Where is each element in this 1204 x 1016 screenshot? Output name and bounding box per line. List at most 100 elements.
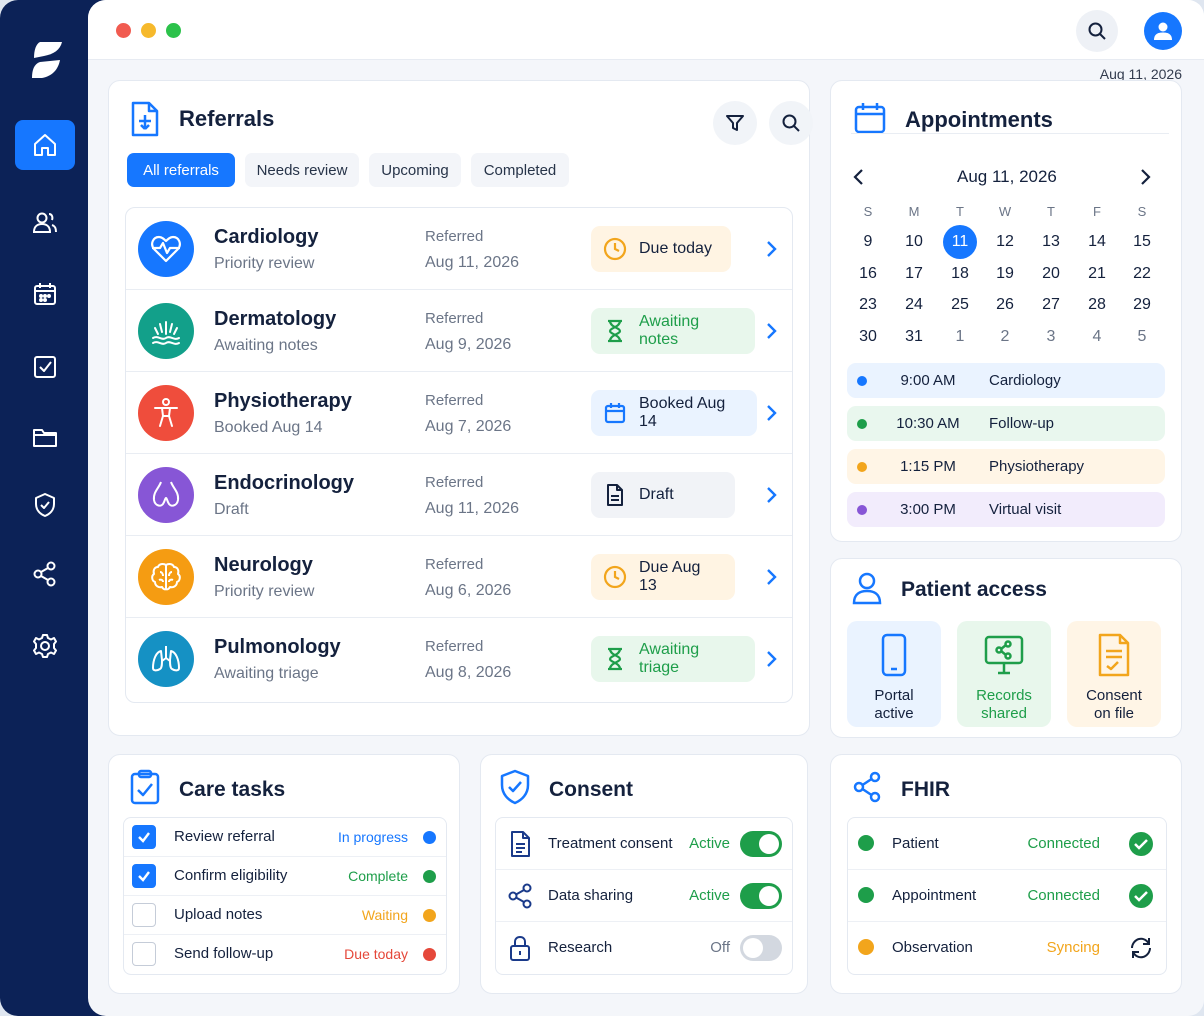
calendar-day[interactable]: 1 [943, 324, 977, 350]
calendar-day[interactable]: 11 [943, 225, 977, 259]
calendar-day[interactable]: 23 [851, 292, 885, 318]
sidebar-item-security[interactable] [15, 480, 75, 530]
sidebar-item-settings[interactable] [15, 621, 75, 671]
calendar-day[interactable]: 26 [988, 292, 1022, 318]
task-checkbox[interactable] [132, 864, 156, 888]
sidebar-item-documents[interactable] [15, 412, 75, 462]
tile-label: Consent [1086, 687, 1142, 704]
calendar-icon [34, 283, 56, 305]
calendar-day[interactable]: 30 [851, 324, 885, 350]
calendar-day[interactable]: 18 [943, 261, 977, 287]
task-item[interactable]: Send follow-up Due today [124, 935, 446, 974]
referral-row[interactable]: Cardiology Priority review Referred Aug … [126, 208, 792, 290]
task-item[interactable]: Review referral In progress [124, 818, 446, 857]
calendar-day[interactable]: 28 [1080, 292, 1114, 318]
calendar-day[interactable]: 3 [1034, 324, 1068, 350]
tile-sublabel: active [874, 705, 914, 722]
skin-icon [138, 303, 194, 359]
fhir-resource-item[interactable]: Appointment Connected [848, 870, 1166, 922]
consent-toggle[interactable] [740, 935, 782, 961]
appointment-item[interactable]: 10:30 AM Follow-up [847, 406, 1165, 441]
referral-row[interactable]: Dermatology Awaiting notes Referred Aug … [126, 290, 792, 372]
calendar-day[interactable]: 24 [897, 292, 931, 318]
calendar-day[interactable]: 16 [851, 261, 885, 287]
calendar-day[interactable]: 5 [1125, 324, 1159, 350]
window-close-button[interactable] [116, 23, 131, 38]
consent-item[interactable]: Data sharing Active [496, 870, 792, 922]
referred-label: Referred [425, 228, 484, 245]
referrals-search-button[interactable] [769, 101, 813, 145]
avatar[interactable] [1144, 12, 1182, 50]
chevron-right-icon[interactable] [762, 484, 780, 506]
sidebar-item-sharing[interactable] [15, 549, 75, 599]
consent-item[interactable]: Treatment consent Active [496, 818, 792, 870]
consent-status: Active [689, 887, 730, 904]
calendar-day[interactable]: 2 [988, 324, 1022, 350]
chevron-right-icon[interactable] [762, 402, 780, 424]
appointment-item[interactable]: 9:00 AM Cardiology [847, 363, 1165, 398]
window-minimize-button[interactable] [141, 23, 156, 38]
consent-item[interactable]: Research Off [496, 922, 792, 974]
task-item[interactable]: Confirm eligibility Complete [124, 857, 446, 896]
referred-label: Referred [425, 474, 484, 491]
tab-upcoming[interactable]: Upcoming [369, 153, 461, 187]
calendar-day[interactable]: 17 [897, 261, 931, 287]
checkmark-icon [138, 832, 150, 843]
tab-needs-review[interactable]: Needs review [245, 153, 359, 187]
tab-completed[interactable]: Completed [471, 153, 569, 187]
records-tile[interactable]: Records shared [957, 621, 1051, 727]
appointment-item[interactable]: 3:00 PM Virtual visit [847, 492, 1165, 527]
sidebar-item-home[interactable] [15, 120, 75, 170]
chevron-right-icon[interactable] [1137, 167, 1153, 187]
body-icon [138, 385, 194, 441]
consent-toggle[interactable] [740, 831, 782, 857]
task-status: In progress [337, 829, 408, 845]
chevron-right-icon[interactable] [762, 648, 780, 670]
calendar-day[interactable]: 25 [943, 292, 977, 318]
consent-tile[interactable]: Consent on file [1067, 621, 1161, 727]
chevron-left-icon[interactable] [851, 167, 867, 187]
appointments-title: Appointments [905, 107, 1053, 132]
task-checkbox[interactable] [132, 942, 156, 966]
sidebar-item-calendar[interactable] [15, 269, 75, 319]
referral-row[interactable]: Endocrinology Draft Referred Aug 11, 202… [126, 454, 792, 536]
referral-row[interactable]: Pulmonology Awaiting triage Referred Aug… [126, 618, 792, 700]
fhir-resource-item[interactable]: Patient Connected [848, 818, 1166, 870]
task-item[interactable]: Upload notes Waiting [124, 896, 446, 935]
patient-access-card: Patient access Portal active Records sha… [830, 558, 1182, 738]
status-label: Awaiting notes [639, 313, 700, 348]
calendar-day[interactable]: 21 [1080, 261, 1114, 287]
tab-all-referrals[interactable]: All referrals [127, 153, 235, 187]
sidebar-item-patients[interactable] [15, 198, 75, 248]
filter-button[interactable] [713, 101, 757, 145]
calendar-day[interactable]: 20 [1034, 261, 1068, 287]
calendar-day[interactable]: 10 [897, 229, 931, 255]
calendar-day[interactable]: 29 [1125, 292, 1159, 318]
calendar-day[interactable]: 31 [897, 324, 931, 350]
consent-toggle[interactable] [740, 883, 782, 909]
task-checkbox[interactable] [132, 903, 156, 927]
global-search-button[interactable] [1076, 10, 1118, 52]
referral-row[interactable]: Neurology Priority review Referred Aug 6… [126, 536, 792, 618]
calendar-day[interactable]: 4 [1080, 324, 1114, 350]
calendar-day[interactable]: 14 [1080, 229, 1114, 255]
calendar-day[interactable]: 9 [851, 229, 885, 255]
referral-row[interactable]: Physiotherapy Booked Aug 14 Referred Aug… [126, 372, 792, 454]
calendar-day[interactable]: 15 [1125, 229, 1159, 255]
window-maximize-button[interactable] [166, 23, 181, 38]
chevron-right-icon[interactable] [762, 566, 780, 588]
chevron-right-icon[interactable] [762, 238, 780, 260]
portal-tile[interactable]: Portal active [847, 621, 941, 727]
appointment-item[interactable]: 1:15 PM Physiotherapy [847, 449, 1165, 484]
sidebar-item-tasks[interactable] [15, 342, 75, 392]
calendar-day[interactable]: 12 [988, 229, 1022, 255]
calendar-day[interactable]: 19 [988, 261, 1022, 287]
calendar-day[interactable]: 13 [1034, 229, 1068, 255]
fhir-resource-item[interactable]: Observation Syncing [848, 922, 1166, 974]
calendar-day[interactable]: 22 [1125, 261, 1159, 287]
chevron-right-icon[interactable] [762, 320, 780, 342]
calendar-day[interactable]: 27 [1034, 292, 1068, 318]
referral-specialty: Neurology [214, 554, 313, 576]
task-checkbox[interactable] [132, 825, 156, 849]
referral-date: Aug 11, 2026 [425, 254, 520, 271]
